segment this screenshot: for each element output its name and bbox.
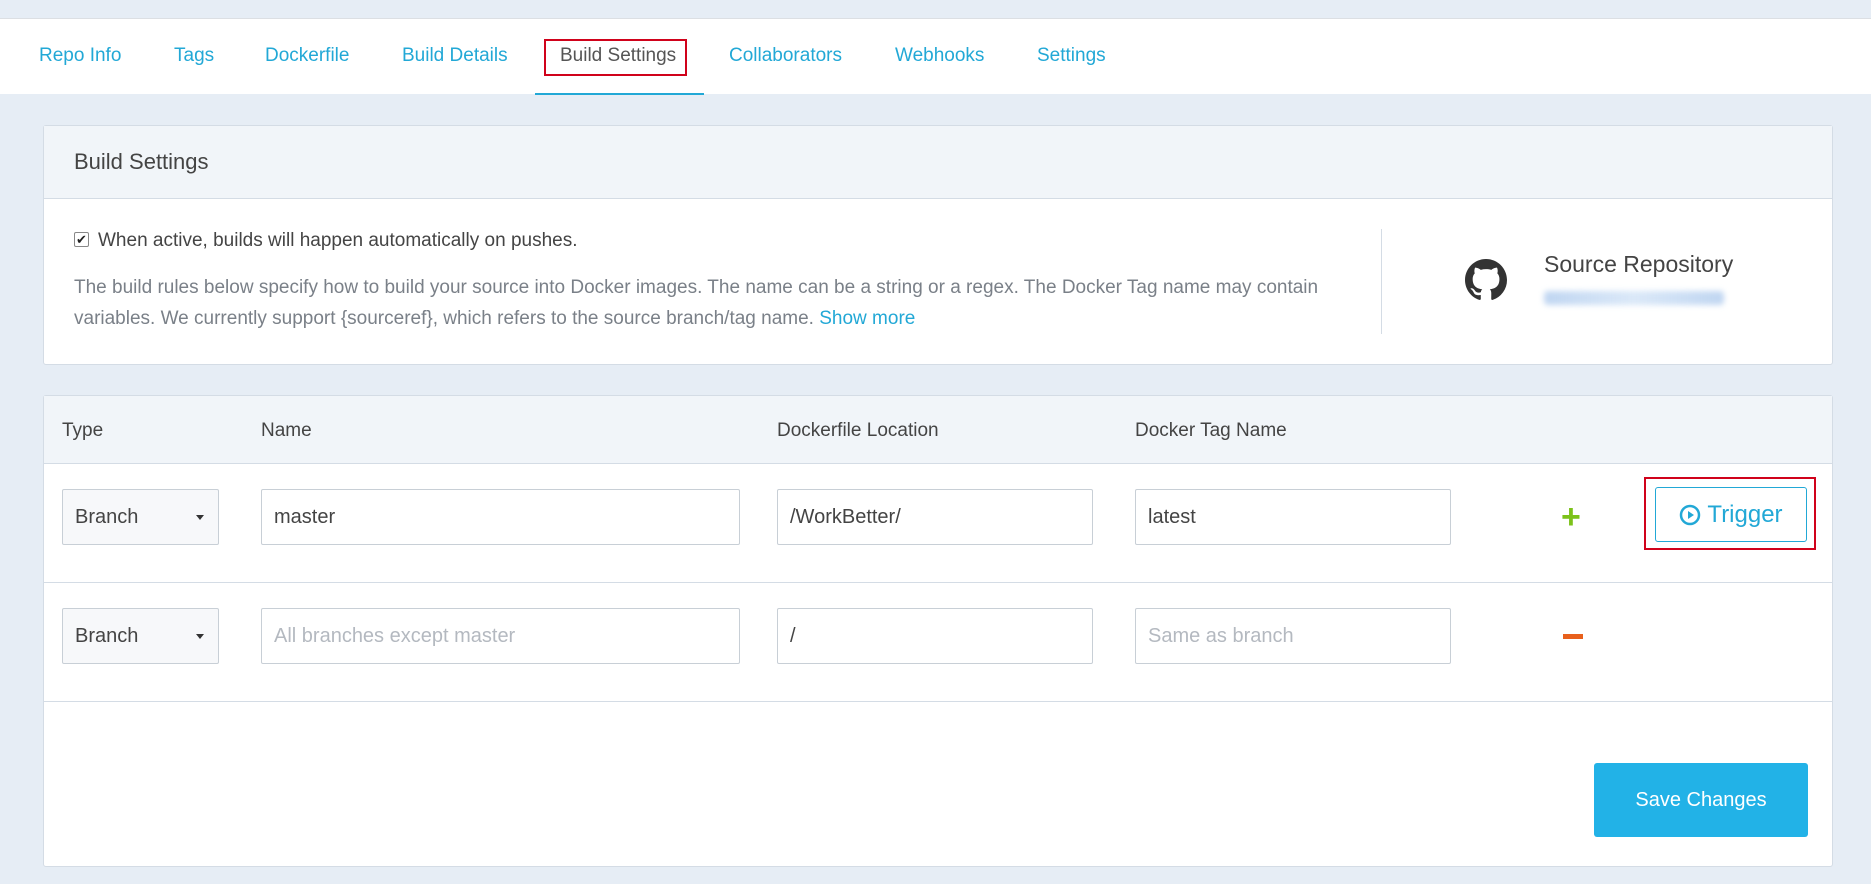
tab-bar: Repo Info Tags Dockerfile Build Details … — [0, 18, 1871, 95]
autobuild-option: ✔ When active, builds will happen automa… — [74, 230, 578, 252]
type-select[interactable]: Branch — [62, 489, 219, 545]
type-select-value: Branch — [75, 505, 139, 528]
name-input[interactable]: All branches except master — [261, 608, 740, 664]
type-select-value: Branch — [75, 624, 139, 647]
tab-tags[interactable]: Tags — [174, 45, 214, 67]
caret-down-icon — [196, 515, 204, 520]
build-rules-panel: Type Name Dockerfile Location Docker Tag… — [43, 395, 1833, 867]
type-select[interactable]: Branch — [62, 608, 219, 664]
show-more-link[interactable]: Show more — [819, 308, 915, 329]
table-row: Branch All branches except master / Same… — [44, 583, 1832, 702]
header-name: Name — [261, 420, 312, 441]
build-rules-description: The build rules below specify how to bui… — [74, 272, 1394, 334]
trigger-label: Trigger — [1707, 500, 1783, 528]
table-header: Type Name Dockerfile Location Docker Tag… — [44, 396, 1832, 464]
github-icon — [1465, 259, 1507, 300]
vertical-divider — [1381, 229, 1382, 334]
tab-settings[interactable]: Settings — [1037, 45, 1106, 67]
play-circle-icon — [1680, 504, 1701, 525]
build-settings-panel: Build Settings ✔ When active, builds wil… — [43, 125, 1833, 365]
header-docker-tag-name: Docker Tag Name — [1135, 420, 1287, 441]
panel-title: Build Settings — [44, 126, 1832, 199]
caret-down-icon — [196, 634, 204, 639]
docker-tag-name-input[interactable]: Same as branch — [1135, 608, 1451, 664]
source-repository-link-blurred[interactable] — [1544, 291, 1724, 305]
dockerfile-location-input[interactable]: /WorkBetter/ — [777, 489, 1093, 545]
table-row: Branch master /WorkBetter/ latest + Trig… — [44, 464, 1832, 583]
tab-collaborators[interactable]: Collaborators — [729, 45, 842, 67]
dockerfile-location-input[interactable]: / — [777, 608, 1093, 664]
tab-build-details[interactable]: Build Details — [402, 45, 508, 67]
source-repository-label: Source Repository — [1544, 251, 1734, 277]
header-type: Type — [62, 420, 104, 441]
tab-highlight-box — [544, 39, 687, 76]
docker-tag-name-input[interactable]: latest — [1135, 489, 1451, 545]
header-dockerfile-location: Dockerfile Location — [777, 420, 939, 441]
save-changes-button[interactable]: Save Changes — [1594, 763, 1808, 837]
name-input[interactable]: master — [261, 489, 740, 545]
autobuild-label: When active, builds will happen automati… — [98, 230, 578, 251]
plus-icon[interactable]: + — [1561, 500, 1581, 534]
tab-dockerfile[interactable]: Dockerfile — [265, 45, 349, 67]
tab-webhooks[interactable]: Webhooks — [895, 45, 984, 67]
trigger-button[interactable]: Trigger — [1655, 487, 1807, 542]
tab-repo-info[interactable]: Repo Info — [39, 45, 121, 67]
autobuild-checkbox[interactable]: ✔ — [74, 231, 89, 247]
minus-icon[interactable] — [1563, 634, 1583, 639]
description-text: The build rules below specify how to bui… — [74, 277, 1319, 329]
active-tab-underline — [535, 93, 704, 95]
